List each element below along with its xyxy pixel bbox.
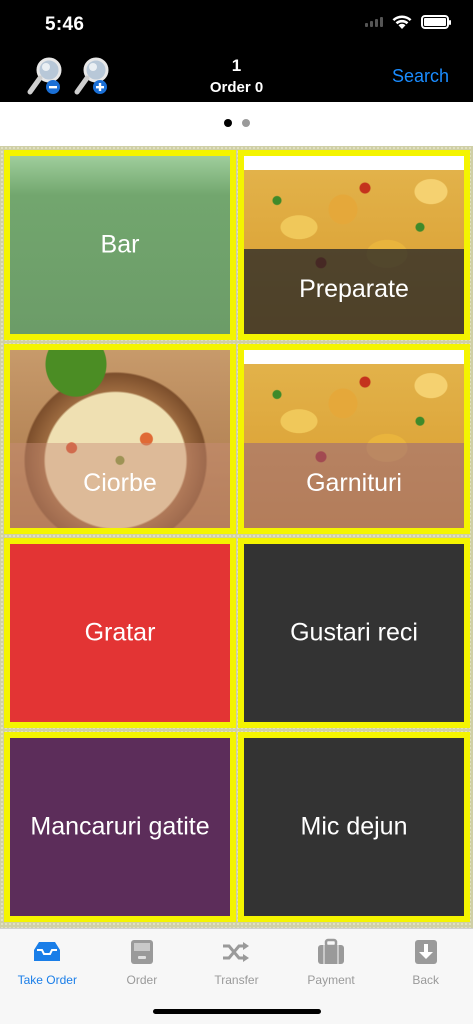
category-tile-ciorbe[interactable]: Ciorbe xyxy=(4,344,236,534)
tab-back[interactable]: Back xyxy=(378,929,473,1024)
download-arrow-icon xyxy=(411,937,441,967)
category-tile-bar[interactable]: Bar xyxy=(4,150,236,340)
tab-label: Take Order xyxy=(17,973,77,987)
category-tile-gustari-reci[interactable]: Gustari reci xyxy=(238,538,470,728)
top-bar: 5:46 1 Order 0 Search xyxy=(0,0,473,102)
inbox-tray-icon xyxy=(32,937,62,967)
category-tile-gratar[interactable]: Gratar xyxy=(4,538,236,728)
tab-label: Order xyxy=(126,973,158,987)
page-dot-1[interactable] xyxy=(223,119,232,127)
tile-label: Preparate xyxy=(299,275,409,303)
tile-label: Mic dejun xyxy=(300,812,408,841)
tile-background: Mancaruri gatite xyxy=(10,738,230,916)
battery-icon xyxy=(421,15,451,29)
page-indicator[interactable] xyxy=(0,119,473,127)
tile-background: Bar xyxy=(10,156,230,334)
category-tile-garnituri[interactable]: Garnituri xyxy=(238,344,470,534)
archive-drawer-icon xyxy=(127,937,157,967)
tile-label: Gratar xyxy=(84,618,156,647)
tile-label: Mancaruri gatite xyxy=(30,812,210,841)
tile-label: Bar xyxy=(100,230,140,259)
search-button[interactable]: Search xyxy=(392,66,449,87)
soup-dish-image: Ciorbe xyxy=(10,350,230,528)
tile-background: Mic dejun xyxy=(244,738,464,916)
tile-label: Gustari reci xyxy=(290,618,418,647)
wifi-icon xyxy=(392,15,412,29)
category-tile-preparate[interactable]: Preparate xyxy=(238,150,470,340)
tile-label: Ciorbe xyxy=(83,469,157,497)
potato-dish-image: Garnituri xyxy=(244,350,464,528)
status-time: 5:46 xyxy=(45,14,85,35)
category-tile-mancaruri-gatite[interactable]: Mancaruri gatite xyxy=(4,732,236,922)
tab-label: Payment xyxy=(307,973,355,987)
page-dot-2[interactable] xyxy=(241,119,250,127)
tab-label: Transfer xyxy=(214,973,259,987)
category-grid: Bar Preparate Ciorbe Garnituri Gratar Gu… xyxy=(0,146,473,928)
home-indicator xyxy=(153,1009,321,1014)
tile-label: Garnituri xyxy=(306,469,402,497)
tab-label: Back xyxy=(412,973,440,987)
status-indicators xyxy=(365,14,451,30)
cellular-signal-icon xyxy=(365,17,383,27)
tab-take-order[interactable]: Take Order xyxy=(0,929,95,1024)
tile-background: Gustari reci xyxy=(244,544,464,722)
briefcase-icon xyxy=(316,937,346,967)
potato-dish-image: Preparate xyxy=(244,156,464,334)
tile-background: Gratar xyxy=(10,544,230,722)
shuffle-icon xyxy=(221,937,251,967)
category-tile-mic-dejun[interactable]: Mic dejun xyxy=(238,732,470,922)
